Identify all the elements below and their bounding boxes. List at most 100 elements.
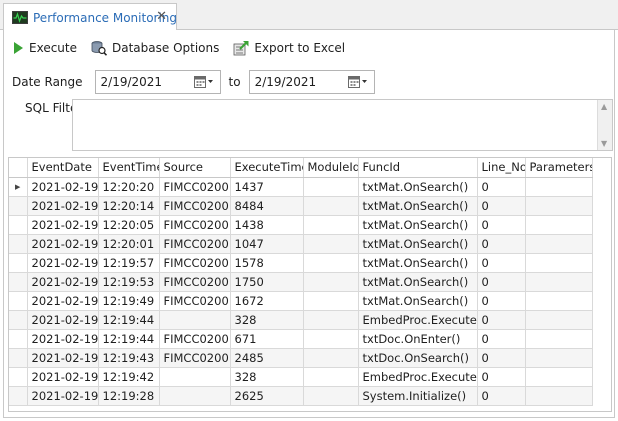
cell-eventtime[interactable]: 12:19:28 — [98, 386, 160, 406]
cell-executetime[interactable]: 2625 — [230, 386, 304, 406]
cell-line-no[interactable]: 0 — [477, 310, 526, 330]
cell-source[interactable]: FIMCC0200 — [159, 196, 231, 216]
column-header-moduleid[interactable]: ModuleId — [303, 158, 359, 178]
cell-parameters[interactable] — [525, 196, 593, 216]
cell-source[interactable]: FIMCC0200 — [159, 272, 231, 292]
cell-executetime[interactable]: 1578 — [230, 253, 304, 273]
cell-line-no[interactable]: 0 — [477, 329, 526, 349]
cell-source[interactable]: FIMCC0200 — [159, 253, 231, 273]
cell-eventdate[interactable]: 2021-02-19 — [27, 291, 99, 311]
scroll-up-icon[interactable]: ▲ — [601, 102, 607, 111]
cell-eventdate[interactable]: 2021-02-19 — [27, 386, 99, 406]
cell-funcid[interactable]: txtMat.OnSearch() — [358, 196, 478, 216]
column-header-eventdate[interactable]: EventDate — [27, 158, 99, 178]
cell-line-no[interactable]: 0 — [477, 272, 526, 292]
execute-button[interactable]: Execute — [12, 41, 77, 55]
cell-line-no[interactable]: 0 — [477, 215, 526, 235]
column-header-parameters[interactable]: Parameters — [525, 158, 593, 178]
cell-moduleid[interactable] — [303, 215, 359, 235]
cell-moduleid[interactable] — [303, 234, 359, 254]
cell-moduleid[interactable] — [303, 253, 359, 273]
column-header-line-no[interactable]: Line_No — [477, 158, 526, 178]
cell-source[interactable]: FIMCC0200 — [159, 291, 231, 311]
table-row[interactable]: 2021-02-19 12:20:01 FIMCC0200 1047 txtMat.On… — [9, 234, 593, 254]
cell-eventtime[interactable]: 12:20:05 — [98, 215, 160, 235]
table-row[interactable]: 2021-02-19 12:19:57 FIMCC0200 1578 txtMat.On… — [9, 253, 593, 273]
cell-source[interactable]: FIMCC0200 — [159, 329, 231, 349]
row-indicator[interactable] — [9, 386, 28, 406]
cell-line-no[interactable]: 0 — [477, 348, 526, 368]
cell-executetime[interactable]: 671 — [230, 329, 304, 349]
cell-line-no[interactable]: 0 — [477, 253, 526, 273]
cell-funcid[interactable]: txtMat.OnSearch() — [358, 272, 478, 292]
database-options-button[interactable]: Database Options — [91, 40, 219, 56]
calendar-dropdown-icon[interactable] — [193, 75, 214, 89]
cell-funcid[interactable]: txtMat.OnSearch() — [358, 215, 478, 235]
cell-parameters[interactable] — [525, 291, 593, 311]
sql-filter-input[interactable]: ▲ ▼ — [72, 99, 613, 151]
column-header-funcid[interactable]: FuncId — [358, 158, 478, 178]
cell-funcid[interactable]: txtDoc.OnSearch() — [358, 348, 478, 368]
cell-parameters[interactable] — [525, 234, 593, 254]
cell-executetime[interactable]: 1438 — [230, 215, 304, 235]
cell-source[interactable] — [159, 386, 231, 406]
row-indicator[interactable] — [9, 329, 28, 349]
cell-source[interactable] — [159, 367, 231, 387]
cell-parameters[interactable] — [525, 310, 593, 330]
cell-funcid[interactable]: txtMat.OnSearch() — [358, 177, 478, 197]
cell-source[interactable]: FIMCC0200 — [159, 234, 231, 254]
date-to-field[interactable]: 2/19/2021 — [248, 70, 375, 94]
cell-eventtime[interactable]: 12:19:42 — [98, 367, 160, 387]
cell-moduleid[interactable] — [303, 196, 359, 216]
table-row[interactable]: 2021-02-19 12:19:53 FIMCC0200 1750 txtMat.On… — [9, 272, 593, 292]
tab-performance-monitoring[interactable]: Performance Monitoring ✕ — [3, 3, 177, 31]
cell-eventtime[interactable]: 12:20:20 — [98, 177, 160, 197]
cell-executetime[interactable]: 8484 — [230, 196, 304, 216]
table-row[interactable]: 2021-02-19 12:20:05 FIMCC0200 1438 txtMat.On… — [9, 215, 593, 235]
cell-eventdate[interactable]: 2021-02-19 — [27, 329, 99, 349]
cell-line-no[interactable]: 0 — [477, 291, 526, 311]
cell-parameters[interactable] — [525, 367, 593, 387]
cell-eventtime[interactable]: 12:20:14 — [98, 196, 160, 216]
cell-source[interactable]: FIMCC0200 — [159, 215, 231, 235]
close-icon[interactable]: ✕ — [156, 9, 167, 25]
cell-line-no[interactable]: 0 — [477, 234, 526, 254]
cell-source[interactable]: FIMCC0200 — [159, 348, 231, 368]
date-from-field[interactable]: 2/19/2021 — [94, 70, 221, 94]
cell-source[interactable] — [159, 310, 231, 330]
cell-funcid[interactable]: txtMat.OnSearch() — [358, 234, 478, 254]
row-indicator[interactable] — [9, 310, 28, 330]
cell-eventdate[interactable]: 2021-02-19 — [27, 196, 99, 216]
cell-eventtime[interactable]: 12:19:43 — [98, 348, 160, 368]
cell-funcid[interactable]: EmbedProc.Execute() — [358, 367, 478, 387]
row-indicator[interactable] — [9, 234, 28, 254]
sql-filter-scrollbar[interactable]: ▲ ▼ — [597, 100, 612, 150]
table-row[interactable]: 2021-02-19 12:19:42 328 EmbedProc.Execute()… — [9, 367, 593, 387]
results-grid[interactable]: EventDate EventTime Source ExecuteTime M… — [8, 157, 612, 412]
column-header-executetime[interactable]: ExecuteTime — [230, 158, 304, 178]
cell-parameters[interactable] — [525, 253, 593, 273]
cell-parameters[interactable] — [525, 215, 593, 235]
cell-parameters[interactable] — [525, 329, 593, 349]
cell-executetime[interactable]: 1437 — [230, 177, 304, 197]
cell-eventdate[interactable]: 2021-02-19 — [27, 367, 99, 387]
table-row[interactable]: ▶ 2021-02-19 12:20:20 FIMCC0200 1437 txtMat.O… — [9, 177, 593, 197]
row-indicator[interactable] — [9, 367, 28, 387]
cell-line-no[interactable]: 0 — [477, 367, 526, 387]
cell-eventtime[interactable]: 12:19:49 — [98, 291, 160, 311]
row-indicator[interactable] — [9, 253, 28, 273]
calendar-dropdown-icon[interactable] — [347, 75, 368, 89]
cell-moduleid[interactable] — [303, 367, 359, 387]
current-row-indicator-icon[interactable]: ▶ — [9, 177, 28, 197]
cell-line-no[interactable]: 0 — [477, 177, 526, 197]
cell-eventtime[interactable]: 12:19:53 — [98, 272, 160, 292]
cell-executetime[interactable]: 1672 — [230, 291, 304, 311]
table-row[interactable]: 2021-02-19 12:19:44 328 EmbedProc.Execute()… — [9, 310, 593, 330]
scroll-down-icon[interactable]: ▼ — [601, 139, 607, 148]
cell-parameters[interactable] — [525, 272, 593, 292]
cell-funcid[interactable]: txtDoc.OnEnter() — [358, 329, 478, 349]
cell-eventtime[interactable]: 12:20:01 — [98, 234, 160, 254]
cell-moduleid[interactable] — [303, 310, 359, 330]
table-row[interactable]: 2021-02-19 12:19:44 FIMCC0200 671 txtDoc.OnE… — [9, 329, 593, 349]
cell-eventdate[interactable]: 2021-02-19 — [27, 348, 99, 368]
